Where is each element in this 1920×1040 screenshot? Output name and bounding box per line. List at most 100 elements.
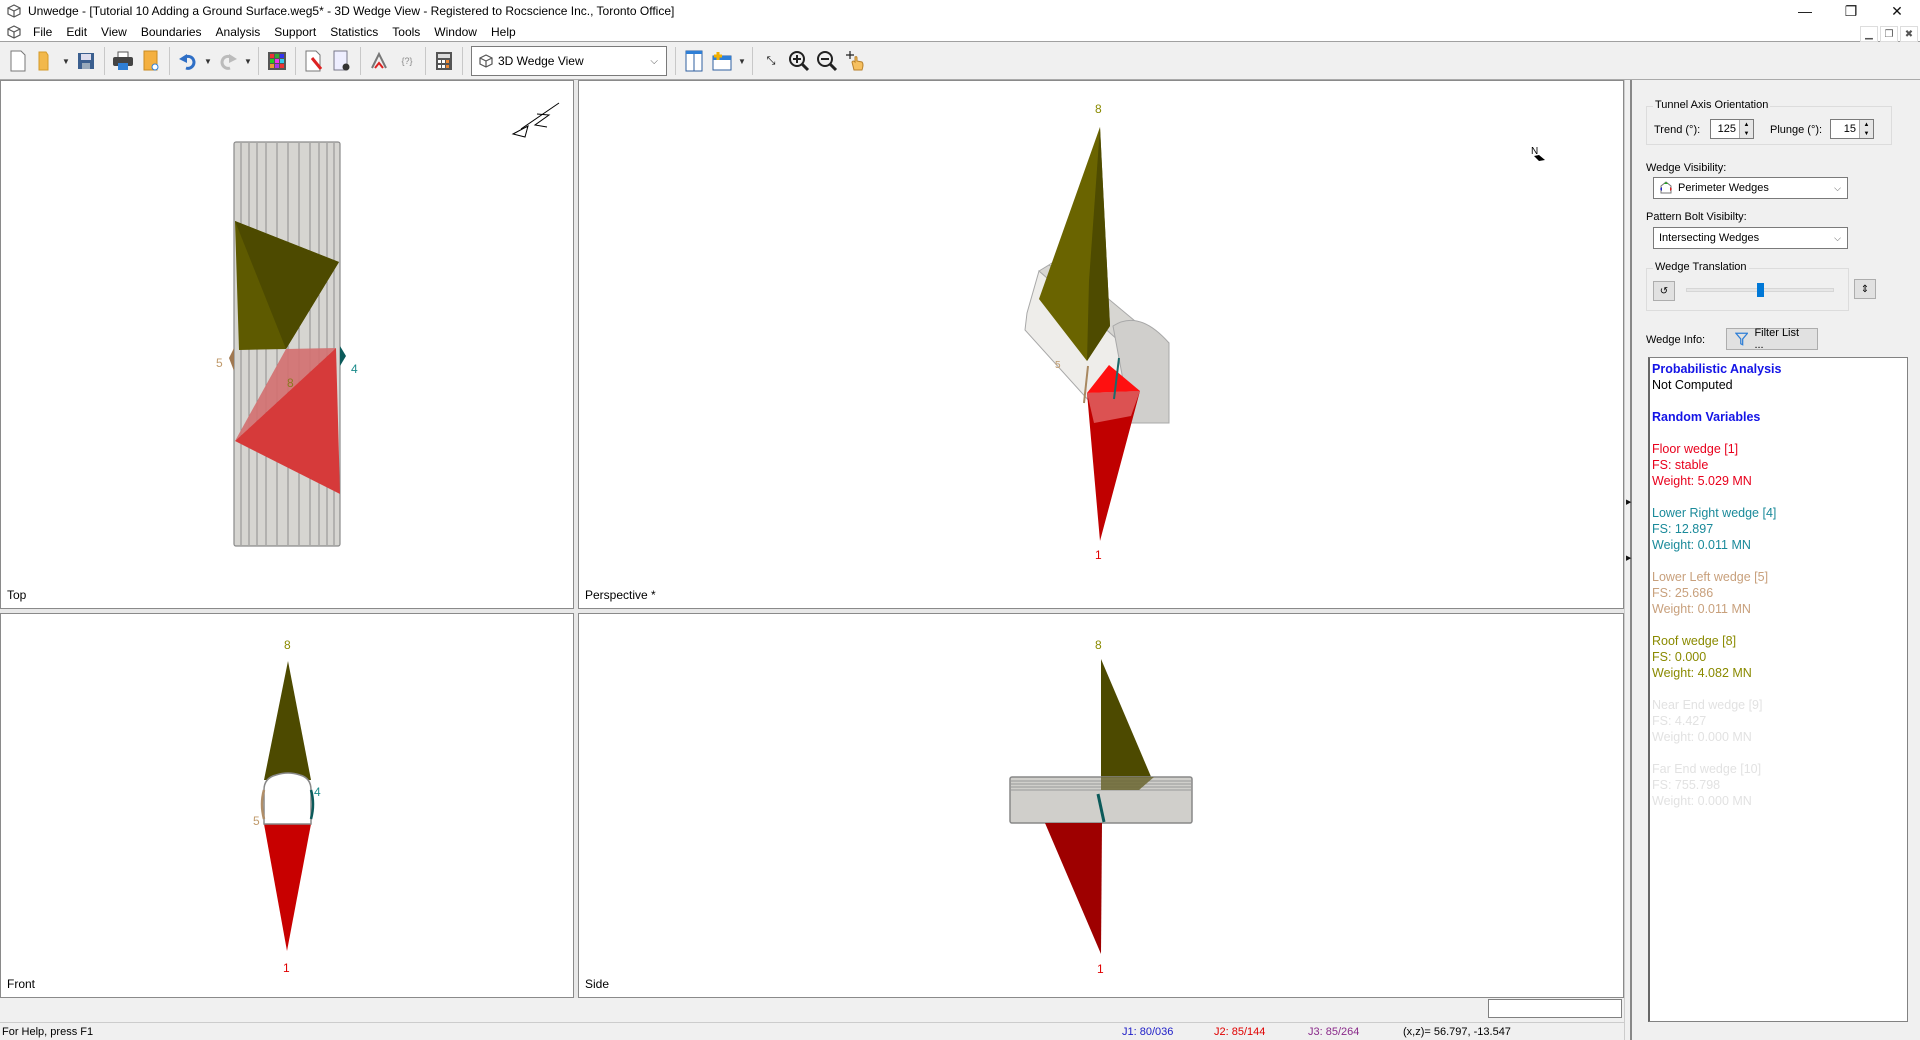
minimize-button[interactable]: —: [1782, 0, 1828, 22]
undo-icon[interactable]: [174, 47, 202, 75]
toolbar: ▼ ▼ ▼ {?} 3D Wedge View ⌵ ▼ ⤡: [0, 43, 1920, 80]
redo-icon[interactable]: [214, 47, 242, 75]
wedge-tool-icon[interactable]: [365, 47, 393, 75]
wedge-info-entry: Floor wedge [1] FS: stable Weight: 5.029 M…: [1652, 441, 1905, 489]
menu-file[interactable]: File: [26, 25, 59, 39]
wedge-info-fs: FS: 25.686: [1652, 586, 1714, 600]
settings-doc-icon[interactable]: [328, 47, 356, 75]
save-icon[interactable]: [72, 47, 100, 75]
menu-bar: File Edit View Boundaries Analysis Suppo…: [0, 22, 1920, 42]
bolt-visibility-value: Intersecting Wedges: [1659, 232, 1760, 244]
perspective-view[interactable]: 8 1 5 N Perspective *: [578, 80, 1624, 609]
floor-wedge-front: [264, 824, 311, 951]
splitter-arrow-icon[interactable]: ▶: [1626, 498, 1631, 506]
menu-help[interactable]: Help: [484, 25, 523, 39]
calculator-icon[interactable]: [430, 47, 458, 75]
spin-down-icon[interactable]: ▼: [1864, 131, 1870, 137]
label-wedge-5: 5: [253, 814, 260, 828]
mdi-restore-button[interactable]: ❐: [1880, 26, 1898, 42]
filter-icon: [1735, 332, 1749, 346]
filter-list-label: Filter List ...: [1754, 327, 1800, 351]
menu-view[interactable]: View: [94, 25, 134, 39]
open-dropdown-icon[interactable]: ▼: [60, 57, 72, 66]
plunge-spinner[interactable]: 15 ▲ ▼: [1830, 119, 1874, 139]
label-wedge-1: 1: [1095, 548, 1102, 562]
perspective-view-canvas[interactable]: 8 1 5 N: [579, 81, 1624, 609]
side-view[interactable]: 8 1 Side: [578, 613, 1624, 998]
translate-options-button[interactable]: ⇕: [1854, 279, 1876, 299]
panel-splitter[interactable]: ▶ ▶: [1624, 80, 1632, 1040]
zoom-out-icon[interactable]: [813, 47, 841, 75]
mdi-close-button[interactable]: ✖: [1900, 26, 1918, 42]
trend-label: Trend (°):: [1654, 124, 1701, 136]
front-view[interactable]: 8 1 5 4 Front: [0, 613, 574, 998]
spin-up-icon[interactable]: ▲: [1744, 122, 1750, 128]
wedge-info-fs: FS: 12.897: [1652, 522, 1714, 536]
pan-icon[interactable]: [841, 47, 869, 75]
trend-value[interactable]: 125: [1711, 123, 1739, 135]
view-label-side: Side: [585, 977, 610, 991]
zoom-extents-icon[interactable]: ⤡: [757, 47, 785, 75]
wedge-info-entry: Lower Right wedge [4] FS: 12.897 Weight: 0…: [1652, 505, 1905, 553]
view-type-select[interactable]: 3D Wedge View ⌵: [471, 46, 667, 76]
menu-analysis[interactable]: Analysis: [209, 25, 268, 39]
close-button[interactable]: ✕: [1874, 0, 1920, 22]
wedge-info-name: Lower Right wedge [4]: [1652, 506, 1777, 520]
color-grid-icon[interactable]: [263, 47, 291, 75]
edit-pen-icon[interactable]: [300, 47, 328, 75]
new-window-icon[interactable]: [708, 47, 736, 75]
menu-edit[interactable]: Edit: [59, 25, 94, 39]
spin-down-icon[interactable]: ▼: [1744, 131, 1750, 137]
side-view-canvas[interactable]: 8 1: [579, 614, 1624, 998]
lower-right-wedge-top: [340, 346, 346, 366]
zoom-in-icon[interactable]: [785, 47, 813, 75]
redo-dropdown-icon[interactable]: ▼: [242, 57, 254, 66]
bolt-visibility-select[interactable]: Intersecting Wedges ⌵: [1653, 227, 1848, 249]
menu-tools[interactable]: Tools: [385, 25, 427, 39]
open-folder-icon[interactable]: [32, 47, 60, 75]
split-view-icon[interactable]: [680, 47, 708, 75]
front-view-canvas[interactable]: 8 1 5 4: [1, 614, 574, 998]
wedge-info-entry: Lower Left wedge [5] FS: 25.686 Weight: 0.…: [1652, 569, 1905, 617]
window-title: Unwedge - [Tutorial 10 Adding a Ground S…: [28, 4, 675, 18]
menu-support[interactable]: Support: [267, 25, 323, 39]
splitter-arrow-icon[interactable]: ▶: [1626, 554, 1631, 562]
print-icon[interactable]: [109, 47, 137, 75]
translation-slider-thumb[interactable]: [1757, 283, 1764, 297]
random-variables-heading: Random Variables: [1652, 410, 1761, 424]
doc-system-menu-icon[interactable]: [6, 24, 22, 40]
top-view[interactable]: 5 4 8 Top: [0, 80, 574, 609]
menu-boundaries[interactable]: Boundaries: [134, 25, 209, 39]
new-window-dropdown-icon[interactable]: ▼: [736, 57, 748, 66]
plunge-label: Plunge (°):: [1770, 124, 1823, 136]
label-wedge-4: 4: [314, 785, 321, 799]
spin-up-icon[interactable]: ▲: [1864, 122, 1870, 128]
prob-analysis-heading: Probabilistic Analysis: [1652, 362, 1782, 376]
export-icon[interactable]: [137, 47, 165, 75]
title-bar: Unwedge - [Tutorial 10 Adding a Ground S…: [0, 0, 1920, 22]
plunge-value[interactable]: 15: [1831, 123, 1859, 135]
new-file-icon[interactable]: [4, 47, 32, 75]
wedge-info-box[interactable]: Probabilistic Analysis Not Computed Rand…: [1648, 357, 1908, 1022]
floor-wedge-side: [1045, 823, 1102, 954]
translate-reset-button[interactable]: ↺: [1653, 281, 1675, 301]
wedge-info-name: Near End wedge [9]: [1652, 698, 1763, 712]
restore-button[interactable]: ❐: [1828, 0, 1874, 22]
trend-spinner[interactable]: 125 ▲ ▼: [1710, 119, 1754, 139]
menu-statistics[interactable]: Statistics: [323, 25, 385, 39]
top-view-canvas[interactable]: 5 4 8: [1, 81, 574, 609]
wedge-info-entry: Far End wedge [10] FS: 755.798 Weight: 0.0…: [1652, 761, 1905, 809]
status-input-box[interactable]: [1488, 999, 1622, 1018]
wedge-visibility-value: Perimeter Wedges: [1678, 182, 1769, 194]
wedge-info-weight: Weight: 0.011 MN: [1652, 602, 1751, 616]
mdi-minimize-button[interactable]: ▁: [1860, 26, 1878, 42]
wedge-info-fs: FS: 4.427: [1652, 714, 1707, 728]
menu-window[interactable]: Window: [427, 25, 484, 39]
status-j3: J3: 85/264: [1308, 1026, 1360, 1038]
lower-left-wedge-top: [229, 348, 234, 371]
filter-list-button[interactable]: Filter List ...: [1726, 327, 1818, 351]
wedge-info-weight: Weight: 0.011 MN: [1652, 538, 1751, 552]
wedge-visibility-select[interactable]: Perimeter Wedges ⌵: [1653, 177, 1848, 199]
undo-dropdown-icon[interactable]: ▼: [202, 57, 214, 66]
chevron-down-icon: ⌵: [650, 55, 658, 67]
